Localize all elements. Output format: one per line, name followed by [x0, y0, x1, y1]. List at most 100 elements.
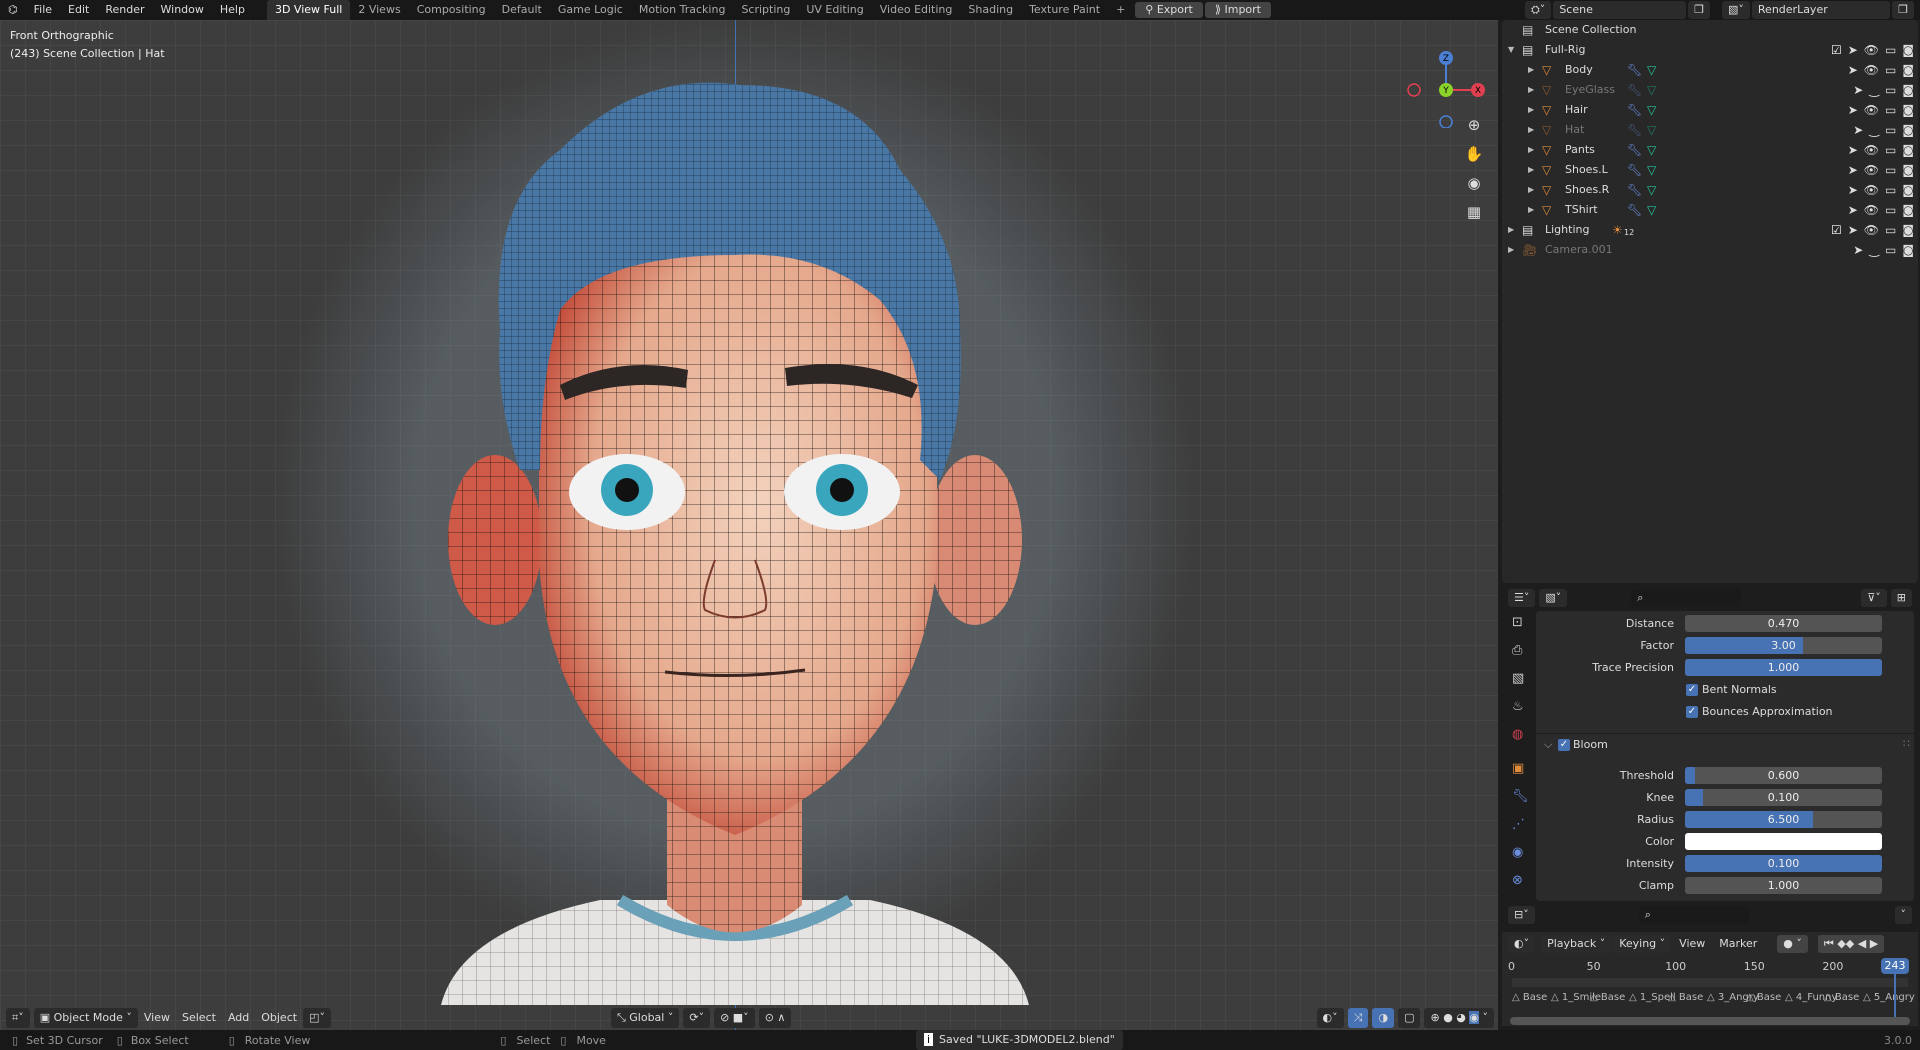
checkbox-icon[interactable]: ✓ — [1686, 684, 1698, 696]
tab-3d-view-full[interactable]: 3D View Full — [266, 0, 351, 20]
version-label: 3.0.0 — [1884, 1033, 1912, 1047]
svg-text:Y: Y — [1442, 86, 1449, 96]
chevron-down-icon[interactable]: ⌵ — [1544, 738, 1552, 752]
visibility-icon[interactable]: ◐˅ — [1316, 1008, 1344, 1028]
render-layer-selector[interactable]: ▧˅ RenderLayer ❐ — [1722, 1, 1914, 19]
import-button[interactable]: ⟫ Import — [1204, 2, 1271, 18]
menu-keying[interactable]: Keying ˅ — [1613, 935, 1672, 953]
scene-selector[interactable]: ⛭˅ Scene ❐ — [1525, 1, 1710, 19]
checkbox-bounces-approximation[interactable]: ✓ Bounces Approximation — [1500, 702, 1920, 722]
checkbox-bent-normals[interactable]: ✓ Bent Normals — [1500, 680, 1920, 700]
orientation-selector[interactable]: ⤡ Global ˅ — [610, 1008, 680, 1028]
pivot-icon[interactable]: ⟳˅ — [683, 1008, 711, 1028]
gizmo-toggle-icon[interactable]: ⤨ — [1347, 1008, 1369, 1028]
number-slider[interactable]: 1.000 — [1685, 659, 1882, 676]
3d-viewport[interactable]: Front Orthographic (243) Scene Collectio… — [0, 20, 1498, 1030]
timeline-marker[interactable]: △ Base — [1746, 992, 1781, 1003]
timeline-marker[interactable]: △ Base — [1512, 992, 1547, 1003]
menu-playback[interactable]: Playback ˅ — [1541, 935, 1612, 953]
menu-view[interactable]: View — [138, 1008, 176, 1028]
tab-shading[interactable]: Shading — [960, 0, 1021, 20]
menu-add[interactable]: Add — [222, 1008, 255, 1028]
object-mode-icon: ▣ — [39, 1011, 54, 1024]
editor-type-icon[interactable]: ⌗˅ — [6, 1008, 30, 1028]
tab-2-views[interactable]: 2 Views — [350, 0, 408, 20]
menu-window[interactable]: Window — [153, 0, 212, 20]
snap-icon[interactable]: ◰˅ — [303, 1008, 331, 1028]
proportional-edit-icon[interactable]: ⊙ ∧ — [758, 1008, 792, 1028]
prev-keyframe-icon[interactable]: ◆◆ — [1837, 937, 1854, 950]
menu-view[interactable]: View — [1673, 934, 1711, 954]
drag-handle-icon[interactable]: ∷ — [1903, 737, 1910, 750]
number-slider[interactable]: 6.500 — [1685, 811, 1882, 828]
number-slider[interactable]: 0.600 — [1685, 767, 1882, 784]
tab-uv-editing[interactable]: UV Editing — [798, 0, 871, 20]
menu-help[interactable]: Help — [212, 0, 253, 20]
timeline-search-input[interactable]: ⌕ — [1638, 906, 1749, 924]
character-model[interactable] — [0, 20, 1498, 1030]
overlay-toggle-icon[interactable]: ◑ — [1372, 1008, 1395, 1028]
timeline-marker[interactable]: △ Base — [1668, 992, 1703, 1003]
status-message[interactable]: i Saved "LUKE-3DMODEL2.blend" — [915, 1030, 1123, 1050]
play-reverse-icon[interactable]: ◀ — [1858, 937, 1866, 950]
number-slider[interactable]: 1.000 — [1685, 877, 1882, 894]
add-workspace-button[interactable]: + — [1108, 0, 1133, 20]
collapse-icon[interactable]: ˅ — [1894, 906, 1912, 924]
zoom-icon[interactable]: ⊕ — [1464, 116, 1484, 134]
number-slider[interactable]: 0.100 — [1685, 855, 1882, 872]
jump-start-icon[interactable]: ⏮ — [1824, 937, 1834, 950]
play-icon[interactable]: ▶ — [1870, 937, 1878, 950]
frame-tick-label: 50 — [1586, 960, 1601, 973]
tab-default[interactable]: Default — [494, 0, 550, 20]
menu-object[interactable]: Object — [255, 1008, 303, 1028]
tab-scripting[interactable]: Scripting — [733, 0, 798, 20]
prop-color: Color — [1500, 832, 1920, 852]
timeline-editor-icon[interactable]: ◐˅ — [1508, 935, 1536, 953]
duplicate-scene-icon[interactable]: ❐ — [1688, 1, 1710, 19]
status-bar: ▯ Set 3D Cursor ▯ Box Select ▯ Rotate Vi… — [0, 1030, 1920, 1050]
menu-marker[interactable]: Marker — [1713, 934, 1763, 954]
checkbox-icon[interactable]: ✓ — [1686, 706, 1698, 718]
scene-icon: ⛭˅ — [1525, 1, 1552, 19]
timeline-scrollbar[interactable] — [1510, 1017, 1910, 1025]
marker-triangle-icon: △ — [1707, 992, 1715, 1003]
playback-controls[interactable]: ⏮ ◆◆ ◀ ▶ — [1817, 935, 1885, 953]
info-icon: i — [923, 1033, 934, 1046]
shading-modes-icon[interactable]: ⊕ ● ◕ ◉ ˅ — [1424, 1008, 1494, 1028]
marker-triangle-icon: △ — [1629, 992, 1637, 1003]
menu-file[interactable]: File — [26, 0, 60, 20]
tab-texture-paint[interactable]: Texture Paint — [1021, 0, 1108, 20]
number-slider[interactable]: 0.100 — [1685, 789, 1882, 806]
tab-motion-tracking[interactable]: Motion Tracking — [631, 0, 734, 20]
snapping-icon[interactable]: ⊘ ■˅ — [714, 1008, 755, 1028]
toggle-icon[interactable]: ⊟˅ — [1508, 906, 1535, 924]
tab-compositing[interactable]: Compositing — [409, 0, 494, 20]
number-slider[interactable]: 3.00 — [1685, 637, 1882, 654]
ortho-grid-icon[interactable]: ▦ — [1464, 203, 1484, 221]
timeline-area[interactable]: 0 50 100 150 200 △ Base △ 1_Smile △ Base △ 1_Sp… — [1502, 956, 1918, 1026]
timeline-marker[interactable]: △ Base — [1824, 992, 1859, 1003]
tab-video-editing[interactable]: Video Editing — [872, 0, 961, 20]
xray-icon[interactable]: ▢ — [1398, 1008, 1421, 1028]
camera-view-icon[interactable]: ◉ — [1464, 174, 1484, 192]
current-frame-badge[interactable]: 243 — [1881, 958, 1909, 974]
menu-edit[interactable]: Edit — [60, 0, 97, 20]
mode-selector[interactable]: ▣ Object Mode ˅ — [33, 1008, 138, 1028]
blender-logo-icon[interactable]: ⌬ — [0, 0, 26, 20]
menu-select[interactable]: Select — [176, 1008, 222, 1028]
color-swatch[interactable] — [1685, 833, 1882, 850]
bloom-checkbox[interactable]: ✓ — [1558, 739, 1570, 751]
export-button[interactable]: ⚲ Export — [1135, 2, 1203, 18]
menu-render[interactable]: Render — [97, 0, 152, 20]
bloom-panel-header[interactable]: ⌵ ✓ Bloom ∷ — [1500, 735, 1920, 755]
mouse-left-icon: ▯ — [500, 1033, 507, 1047]
duplicate-layer-icon[interactable]: ❐ — [1892, 1, 1914, 19]
prop-threshold: Threshold 0.600 — [1500, 766, 1920, 786]
tab-game-logic[interactable]: Game Logic — [550, 0, 631, 20]
timeline-marker[interactable]: △ 5_Angry — [1863, 992, 1915, 1003]
timeline-marker[interactable]: △ Base — [1590, 992, 1625, 1003]
pan-hand-icon[interactable]: ✋ — [1464, 145, 1484, 163]
number-slider[interactable]: 0.470 — [1685, 615, 1882, 632]
record-icon[interactable]: ● ˅ — [1777, 935, 1808, 953]
right-panel: ▤ Scene Collection ▼ ▤ Full-Rig ☑ ➤ 👁︎ ▭ ◙ ▶ ▽… — [1500, 20, 1920, 1030]
